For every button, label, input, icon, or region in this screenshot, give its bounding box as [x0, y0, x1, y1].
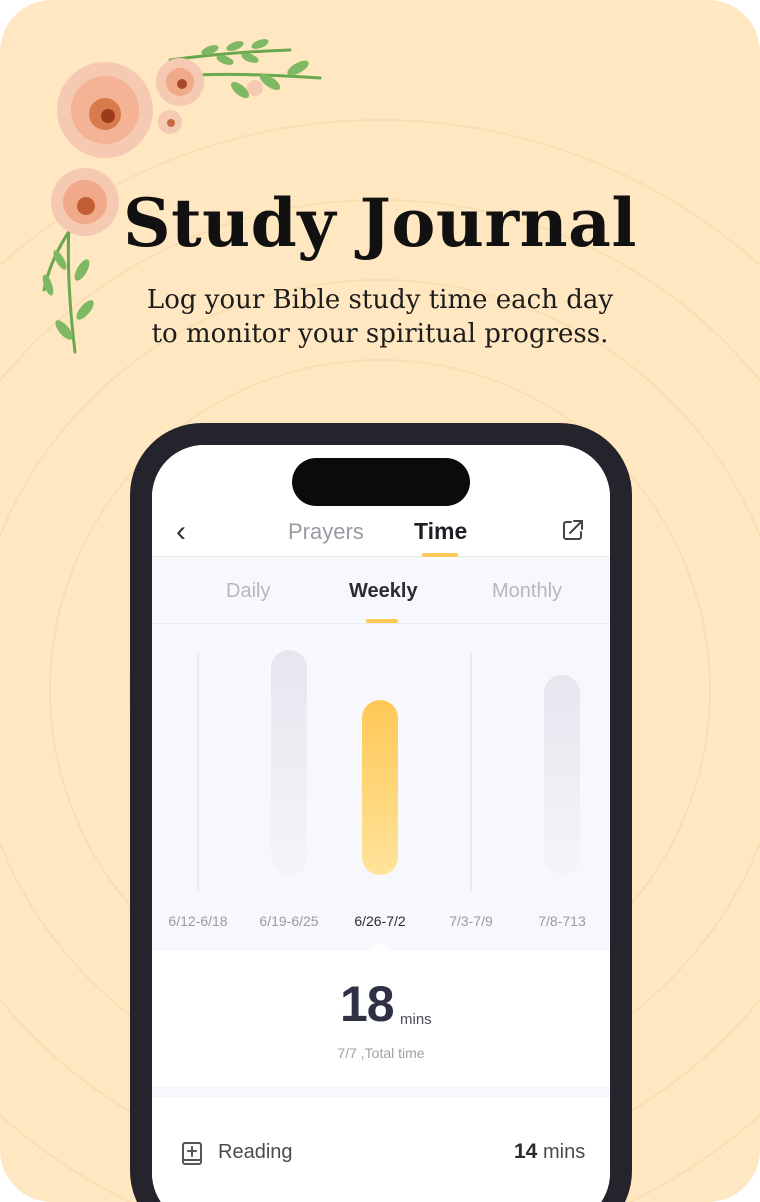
phone-screen: ‹ Prayers Time Daily Weekly Monthly 6/12… [152, 445, 610, 1202]
book-icon [182, 1142, 202, 1165]
weekly-chart: 6/12-6/18 6/19-6/25 6/26-7/2 7/3-7/9 7/8-713 [168, 650, 586, 952]
chart-bar-5[interactable] [544, 675, 580, 875]
x-tick-label: 7/3-7/9 [449, 913, 493, 929]
promo-card: Study Journal Log your Bible study time … [0, 0, 760, 1202]
chart-bar-2[interactable] [271, 650, 307, 875]
reading-label: Reading [218, 1141, 293, 1163]
x-tick-label: 6/12-6/18 [168, 913, 227, 929]
subline-1: Log your Bible study time each day [146, 285, 614, 315]
subline-2: to monitor your spiritual progress. [151, 319, 609, 349]
x-tick-label: 6/26-7/2 [354, 913, 406, 929]
reading-unit: mins [543, 1141, 586, 1163]
chart-bar-3[interactable] [362, 700, 398, 875]
dynamic-island [292, 458, 470, 506]
total-minutes-value: 18 [340, 976, 395, 1032]
reading-value: 14 [514, 1140, 538, 1163]
total-minutes-unit: mins [400, 1011, 432, 1028]
x-tick-label: 6/19-6/25 [259, 913, 318, 929]
total-caption: 7/7 ,Total time [337, 1045, 425, 1061]
x-tick-label: 7/8-713 [538, 913, 586, 929]
headline: Study Journal [123, 184, 637, 262]
